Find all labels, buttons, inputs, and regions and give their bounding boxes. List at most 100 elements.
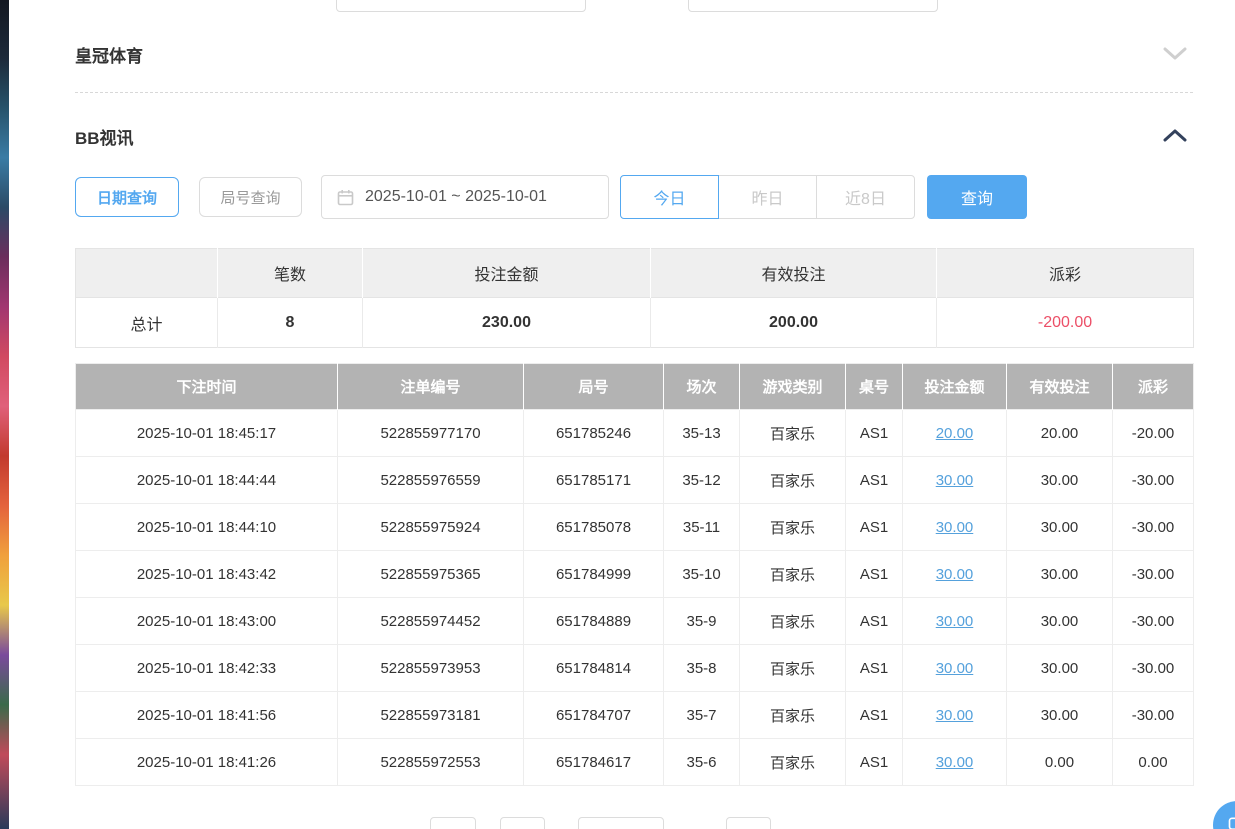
cell-valid-bet: 30.00 [1007,504,1113,551]
cell-valid-bet: 30.00 [1007,598,1113,645]
col-header-valid-bet: 有效投注 [1007,364,1113,410]
section-divider [75,92,1193,93]
pagination [75,817,1193,829]
background-image-sliver [0,0,9,829]
section-crown-sports[interactable]: 皇冠体育 [75,42,1193,66]
cell-payout: -20.00 [1113,410,1194,457]
cell-bet-id: 522855976559 [338,457,524,504]
today-button[interactable]: 今日 [620,175,719,219]
cell-bet-amount-link[interactable]: 30.00 [903,457,1007,504]
table-row: 2025-10-01 18:43:42 522855975365 6517849… [76,551,1194,598]
col-header-bet-time: 下注时间 [76,364,338,410]
cell-bet-amount-link[interactable]: 30.00 [903,504,1007,551]
search-button[interactable]: 查询 [927,175,1027,219]
cell-table-no: AS1 [846,410,903,457]
customer-service-float-button[interactable] [1213,801,1235,829]
sum-col-count: 笔数 [218,249,363,298]
cell-bet-time: 2025-10-01 18:41:56 [76,692,338,739]
cell-valid-bet: 30.00 [1007,551,1113,598]
cell-session: 35-12 [664,457,740,504]
col-header-payout: 派彩 [1113,364,1194,410]
cell-payout: -30.00 [1113,692,1194,739]
summary-header-row: 笔数 投注金额 有效投注 派彩 [76,249,1194,298]
cell-session: 35-7 [664,692,740,739]
pagination-next-button[interactable] [726,817,771,829]
sum-col-valid-bet: 有效投注 [651,249,937,298]
cell-round-id: 651784889 [524,598,664,645]
table-row: 2025-10-01 18:45:17 522855977170 6517852… [76,410,1194,457]
cell-round-id: 651784814 [524,645,664,692]
cell-valid-bet: 30.00 [1007,692,1113,739]
chevron-up-icon[interactable] [1163,129,1193,143]
col-header-table-no: 桌号 [846,364,903,410]
cell-game-type: 百家乐 [740,598,846,645]
cell-bet-time: 2025-10-01 18:44:10 [76,504,338,551]
cell-session: 35-13 [664,410,740,457]
cell-bet-amount-link[interactable]: 30.00 [903,551,1007,598]
cell-valid-bet: 30.00 [1007,457,1113,504]
cell-bet-amount-link[interactable]: 20.00 [903,410,1007,457]
cell-round-id: 651785078 [524,504,664,551]
cell-session: 35-11 [664,504,740,551]
cell-bet-amount-link[interactable]: 30.00 [903,739,1007,786]
table-row: 2025-10-01 18:43:00 522855974452 6517848… [76,598,1194,645]
date-range-value: 2025-10-01 ~ 2025-10-01 [365,188,547,206]
last-8-days-button[interactable]: 近8日 [816,175,915,219]
col-header-bet-id: 注单编号 [338,364,524,410]
summary-table: 笔数 投注金额 有效投注 派彩 总计 8 230.00 200.00 -200.… [75,248,1194,348]
chevron-down-icon[interactable] [1163,47,1193,61]
summary-total-row: 总计 8 230.00 200.00 -200.00 [76,298,1194,348]
sum-col-bet-amount: 投注金额 [363,249,651,298]
date-query-button[interactable]: 日期查询 [75,177,179,217]
yesterday-button[interactable]: 昨日 [718,175,817,219]
cell-table-no: AS1 [846,692,903,739]
cell-bet-amount-link[interactable]: 30.00 [903,692,1007,739]
cell-bet-time: 2025-10-01 18:43:00 [76,598,338,645]
cell-game-type: 百家乐 [740,457,846,504]
cell-bet-time: 2025-10-01 18:45:17 [76,410,338,457]
pagination-prev-button[interactable] [430,817,476,829]
cell-table-no: AS1 [846,645,903,692]
cell-round-id: 651785246 [524,410,664,457]
section-bb-video[interactable]: BB视讯 [75,123,1193,149]
cell-bet-amount-link[interactable]: 30.00 [903,645,1007,692]
cell-bet-id: 522855975365 [338,551,524,598]
round-query-button[interactable]: 局号查询 [199,177,302,217]
cell-table-no: AS1 [846,457,903,504]
cell-bet-id: 522855974452 [338,598,524,645]
date-range-input[interactable]: 2025-10-01 ~ 2025-10-01 [321,175,609,219]
cell-bet-id: 522855972553 [338,739,524,786]
page-viewport: 皇冠体育 BB视讯 日期查询 局号查询 [0,0,1235,829]
sum-total-count: 8 [218,298,363,348]
quick-range-group: 今日 昨日 近8日 [620,175,915,219]
cell-bet-id: 522855975924 [338,504,524,551]
cell-bet-amount-link[interactable]: 30.00 [903,598,1007,645]
bet-table-body: 2025-10-01 18:45:17 522855977170 6517852… [76,410,1194,786]
cell-payout: -30.00 [1113,457,1194,504]
cell-game-type: 百家乐 [740,645,846,692]
cell-payout: -30.00 [1113,551,1194,598]
sum-total-bet-amount: 230.00 [363,298,651,348]
cell-payout: -30.00 [1113,645,1194,692]
cell-game-type: 百家乐 [740,410,846,457]
cell-session: 35-10 [664,551,740,598]
cell-round-id: 651784999 [524,551,664,598]
col-header-round-id: 局号 [524,364,664,410]
cell-bet-time: 2025-10-01 18:41:26 [76,739,338,786]
sum-total-label: 总计 [76,298,218,348]
pagination-page-button[interactable] [500,817,545,829]
filter-row: 日期查询 局号查询 2025-10-01 ~ 2025-10-01 今日 昨日 … [75,175,1193,219]
cell-payout: -30.00 [1113,598,1194,645]
chat-icon [1227,815,1235,829]
col-header-session: 场次 [664,364,740,410]
cell-bet-time: 2025-10-01 18:44:44 [76,457,338,504]
cell-table-no: AS1 [846,551,903,598]
content-area: 皇冠体育 BB视讯 日期查询 局号查询 [75,0,1193,829]
cell-game-type: 百家乐 [740,739,846,786]
table-row: 2025-10-01 18:41:56 522855973181 6517847… [76,692,1194,739]
pagination-size-select[interactable] [578,817,664,829]
cell-round-id: 651785171 [524,457,664,504]
sum-total-valid-bet: 200.00 [651,298,937,348]
cell-game-type: 百家乐 [740,692,846,739]
cell-session: 35-6 [664,739,740,786]
